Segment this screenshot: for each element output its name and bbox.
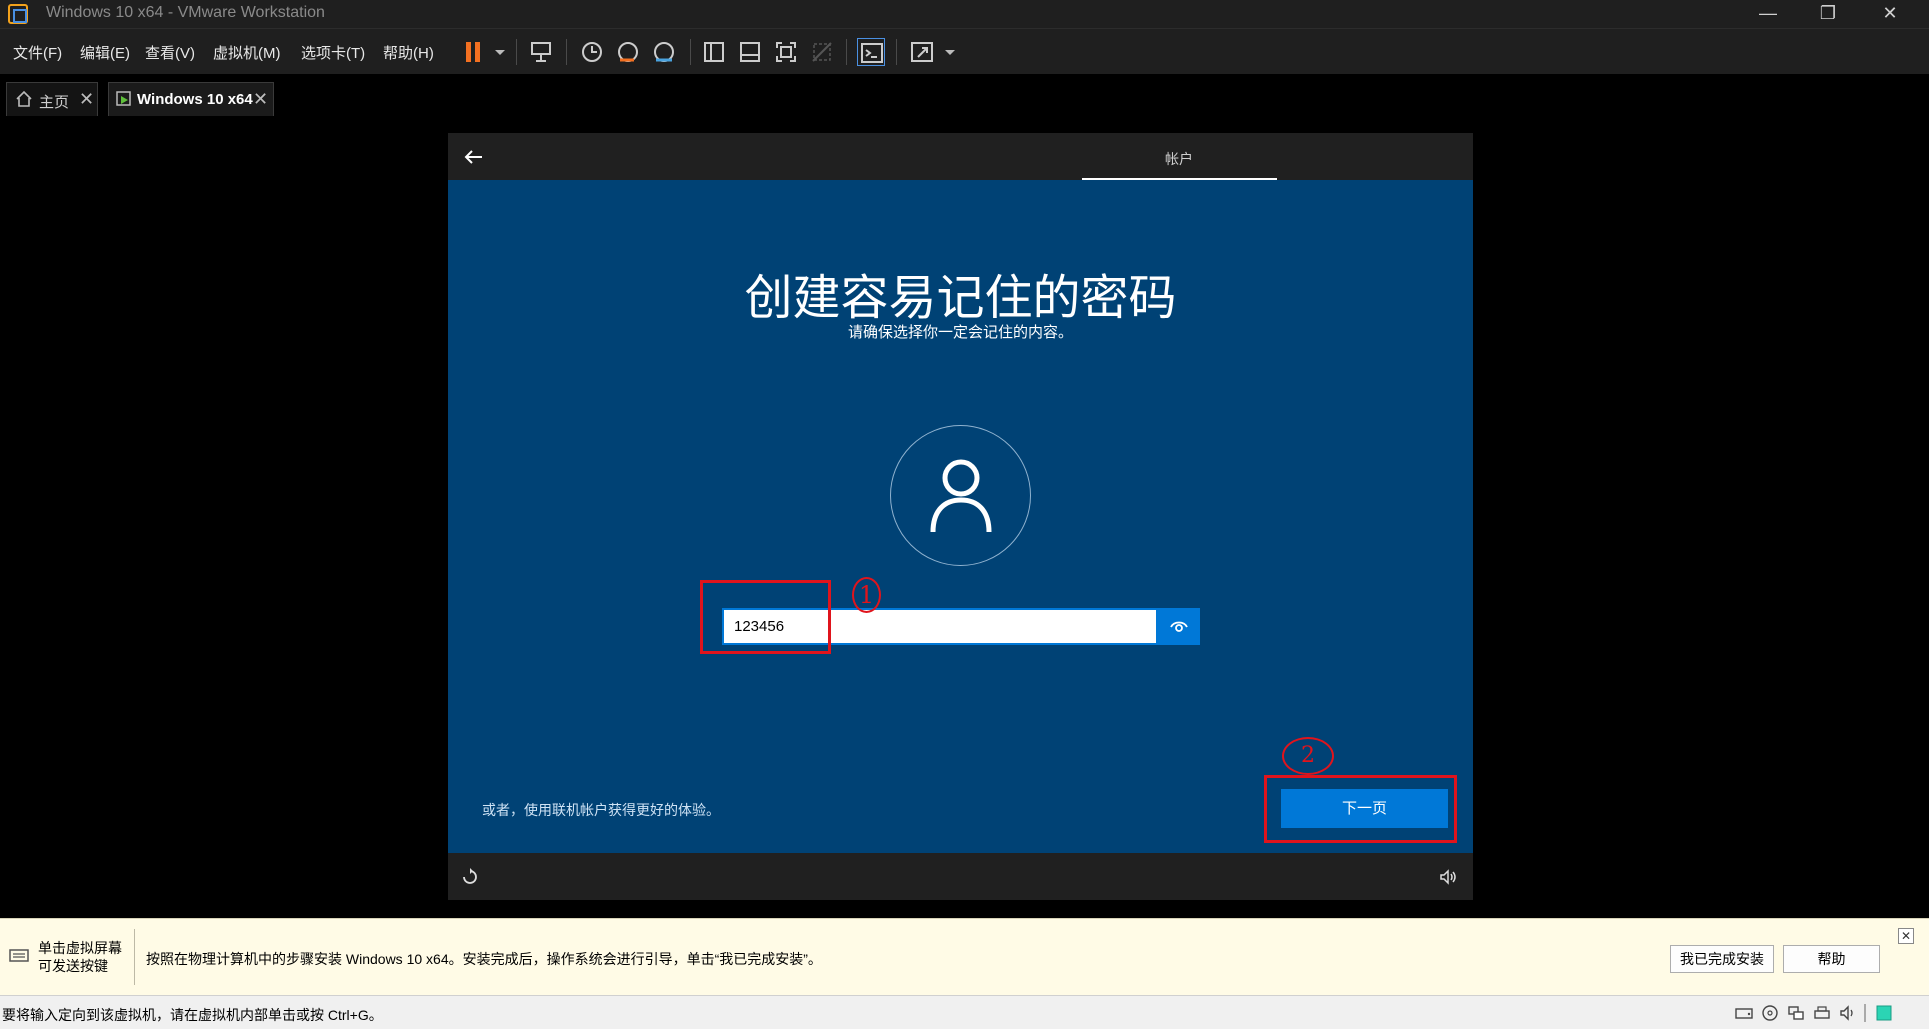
revert-snapshot-icon[interactable]	[614, 38, 642, 66]
user-icon	[930, 459, 992, 533]
hint-line2: 可发送按键	[38, 958, 108, 974]
eye-icon	[1170, 621, 1188, 632]
toolbar-divider	[690, 39, 691, 65]
unity-icon[interactable]	[808, 38, 836, 66]
maximize-button[interactable]: ❐	[1798, 0, 1858, 28]
tab-home[interactable]: 主页 ✕	[6, 82, 98, 116]
menu-view[interactable]: 查看(V)	[145, 42, 195, 63]
annotation-step1: 1	[852, 577, 881, 613]
avatar	[890, 425, 1031, 566]
snapshot-manager-icon[interactable]	[650, 38, 678, 66]
sound-card-icon[interactable]	[1838, 1004, 1858, 1022]
snapshot-icon[interactable]	[578, 38, 606, 66]
toolbar-divider	[896, 39, 897, 65]
keyboard-icon	[9, 947, 29, 965]
online-account-link[interactable]: 或者，使用联机帐户获得更好的体验。	[482, 800, 720, 820]
oobe-section-label: 帐户	[1165, 151, 1193, 167]
tab-home-label: 主页	[39, 94, 70, 111]
ease-of-access-icon[interactable]	[460, 867, 480, 887]
install-instructions: 按照在物理计算机中的步骤安装 Windows 10 x64。安装完成后，操作系统…	[146, 951, 822, 967]
hint-close-button[interactable]: ✕	[1898, 928, 1914, 944]
menu-help[interactable]: 帮助(H)	[383, 42, 434, 63]
annotation-box-next	[1264, 775, 1457, 843]
pause-dropdown-icon[interactable]	[486, 38, 506, 66]
vmware-window: Windows 10 x64 - VMware Workstation — ❐ …	[0, 0, 1929, 1029]
tab-windows10-label: Windows 10 x64	[137, 91, 253, 108]
vmware-logo-icon	[8, 4, 28, 24]
page-subtitle: 请确保选择你一定会记住的内容。	[847, 324, 1073, 341]
tab-windows10-close-button[interactable]: ✕	[253, 89, 268, 110]
send-ctrl-alt-del-icon[interactable]	[527, 38, 555, 66]
toolbar-divider	[516, 39, 517, 65]
click-screen-hint: 单击虚拟屏幕 可发送按键	[38, 939, 122, 975]
home-icon	[15, 90, 33, 108]
window-title: Windows 10 x64 - VMware Workstation	[46, 4, 325, 21]
menu-toolbar: 文件(F) 编辑(E) 查看(V) 虚拟机(M) 选项卡(T) 帮助(H)	[0, 28, 1929, 74]
hard-disk-icon[interactable]	[1734, 1004, 1754, 1022]
cd-dvd-icon[interactable]	[1760, 1004, 1780, 1022]
volume-icon[interactable]	[1438, 867, 1458, 887]
page-title: 创建容易记住的密码	[744, 272, 1177, 325]
install-hint-bar: 单击虚拟屏幕 可发送按键 按照在物理计算机中的步骤安装 Windows 10 x…	[0, 918, 1929, 995]
menu-file[interactable]: 文件(F)	[13, 42, 62, 63]
oobe-header	[448, 133, 1473, 180]
back-arrow-icon[interactable]	[460, 143, 488, 171]
console-view-icon[interactable]	[857, 38, 885, 66]
stretch-guest-icon[interactable]	[908, 38, 936, 66]
stretch-dropdown-icon[interactable]	[936, 38, 956, 66]
network-adapter-icon[interactable]	[1786, 1004, 1806, 1022]
oobe-footer	[448, 853, 1473, 900]
menu-tabs[interactable]: 选项卡(T)	[301, 42, 365, 63]
pause-icon[interactable]	[460, 38, 488, 66]
printer-icon[interactable]	[1812, 1004, 1832, 1022]
close-button[interactable]: ✕	[1860, 0, 1920, 28]
show-library-icon[interactable]	[700, 38, 728, 66]
title-bar: Windows 10 x64 - VMware Workstation — ❐ …	[0, 0, 1929, 28]
tab-home-close-button[interactable]: ✕	[79, 89, 94, 110]
annotation-box-password	[700, 580, 831, 654]
tab-bar: 主页 ✕ Windows 10 x64 ✕	[0, 75, 1929, 117]
hint-line1: 单击虚拟屏幕	[38, 940, 122, 956]
reveal-password-button[interactable]	[1158, 608, 1200, 645]
show-thumbnail-icon[interactable]	[736, 38, 764, 66]
full-screen-icon[interactable]	[772, 38, 800, 66]
menu-vm[interactable]: 虚拟机(M)	[213, 42, 281, 63]
help-button[interactable]: 帮助	[1783, 945, 1880, 973]
annotation-step2: 2	[1282, 737, 1334, 775]
message-log-icon[interactable]	[1874, 1004, 1894, 1022]
vm-running-icon	[115, 90, 133, 108]
status-text: 要将输入定向到该虚拟机，请在虚拟机内部单击或按 Ctrl+G。	[2, 1007, 383, 1023]
status-bar: 要将输入定向到该虚拟机，请在虚拟机内部单击或按 Ctrl+G。	[0, 995, 1929, 1029]
minimize-button[interactable]: —	[1738, 0, 1798, 28]
hint-divider	[134, 929, 135, 985]
menu-edit[interactable]: 编辑(E)	[80, 42, 130, 63]
status-divider	[1864, 1004, 1866, 1022]
tab-windows10[interactable]: Windows 10 x64 ✕	[108, 82, 274, 116]
toolbar-divider	[846, 39, 847, 65]
finished-install-button[interactable]: 我已完成安装	[1670, 945, 1774, 973]
toolbar-divider	[566, 39, 567, 65]
